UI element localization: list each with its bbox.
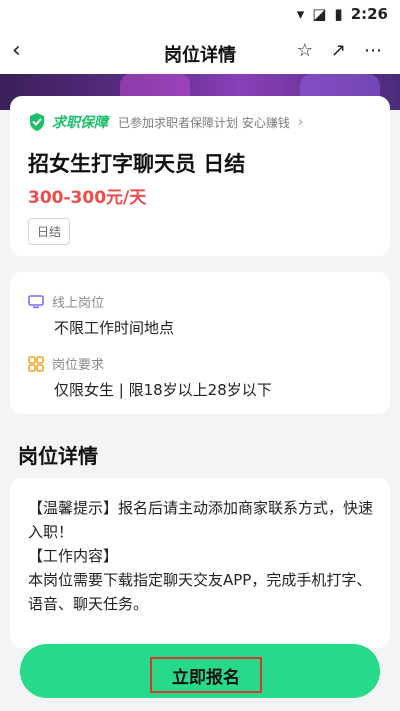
- more-icon[interactable]: ⋯: [364, 40, 382, 61]
- detail-paragraph: 【温馨提示】报名后请主动添加商家联系方式，快速入职！: [28, 499, 374, 541]
- favorite-star-icon[interactable]: ☆: [297, 40, 313, 61]
- detail-text: 【温馨提示】报名后请主动添加商家联系方式，快速入职！ 【工作内容】 本岗位需要下…: [28, 496, 376, 616]
- info-item-location: 线上岗位 不限工作时间地点: [28, 292, 174, 338]
- apply-button-label[interactable]: 立即报名: [150, 657, 262, 693]
- status-bar: ▾ ◪ ▮ 2:26: [0, 0, 400, 30]
- share-icon[interactable]: ↗: [331, 40, 346, 61]
- info-item-requirement: 岗位要求 仅限女生 | 限18岁以上28岁以下: [28, 354, 272, 400]
- section-title: 岗位详情: [18, 444, 98, 468]
- job-tag: 日结: [28, 218, 71, 245]
- monitor-icon: [28, 294, 44, 308]
- info-head: 线上岗位: [28, 292, 174, 311]
- signal-icon: ◪: [312, 5, 327, 23]
- job-detail-card: 【温馨提示】报名后请主动添加商家联系方式，快速入职！ 【工作内容】 本岗位需要下…: [10, 478, 390, 648]
- info-value: 仅限女生 | 限18岁以上28岁以下: [54, 381, 272, 399]
- info-label: 线上岗位: [52, 296, 105, 311]
- protection-note: 已参加求职者保障计划 安心赚钱: [118, 115, 290, 130]
- job-salary: 300-300元/天: [28, 188, 147, 208]
- shield-check-icon: [28, 112, 46, 132]
- job-info-card: 线上岗位 不限工作时间地点 岗位要求 仅限女生 | 限18岁以上28岁以下: [10, 272, 390, 414]
- job-protection-row[interactable]: 求职保障 已参加求职者保障计划 安心赚钱 ›: [28, 112, 303, 132]
- wifi-icon: ▾: [296, 5, 305, 23]
- status-icons: ▾ ◪ ▮ 2:26: [297, 5, 388, 23]
- info-label: 岗位要求: [52, 358, 105, 373]
- job-title: 招女生打字聊天员 日结: [28, 152, 246, 176]
- battery-icon: ▮: [334, 5, 343, 23]
- job-summary-card: 求职保障 已参加求职者保障计划 安心赚钱 › 招女生打字聊天员 日结 300-3…: [10, 96, 390, 256]
- detail-paragraph: 本岗位需要下载指定聊天交友APP，完成手机打字、语音、聊天任务。: [28, 571, 372, 613]
- info-value: 不限工作时间地点: [54, 319, 175, 337]
- detail-paragraph: 【工作内容】: [28, 547, 119, 565]
- nav-actions: ☆ ↗ ⋯: [297, 40, 382, 61]
- status-time: 2:26: [350, 5, 388, 23]
- protection-brand: 求职保障: [52, 115, 108, 131]
- grid-icon: [28, 355, 44, 372]
- info-head: 岗位要求: [28, 354, 272, 373]
- chevron-right-icon: ›: [297, 114, 304, 130]
- nav-bar: ‹ 岗位详情 ☆ ↗ ⋯: [0, 30, 400, 74]
